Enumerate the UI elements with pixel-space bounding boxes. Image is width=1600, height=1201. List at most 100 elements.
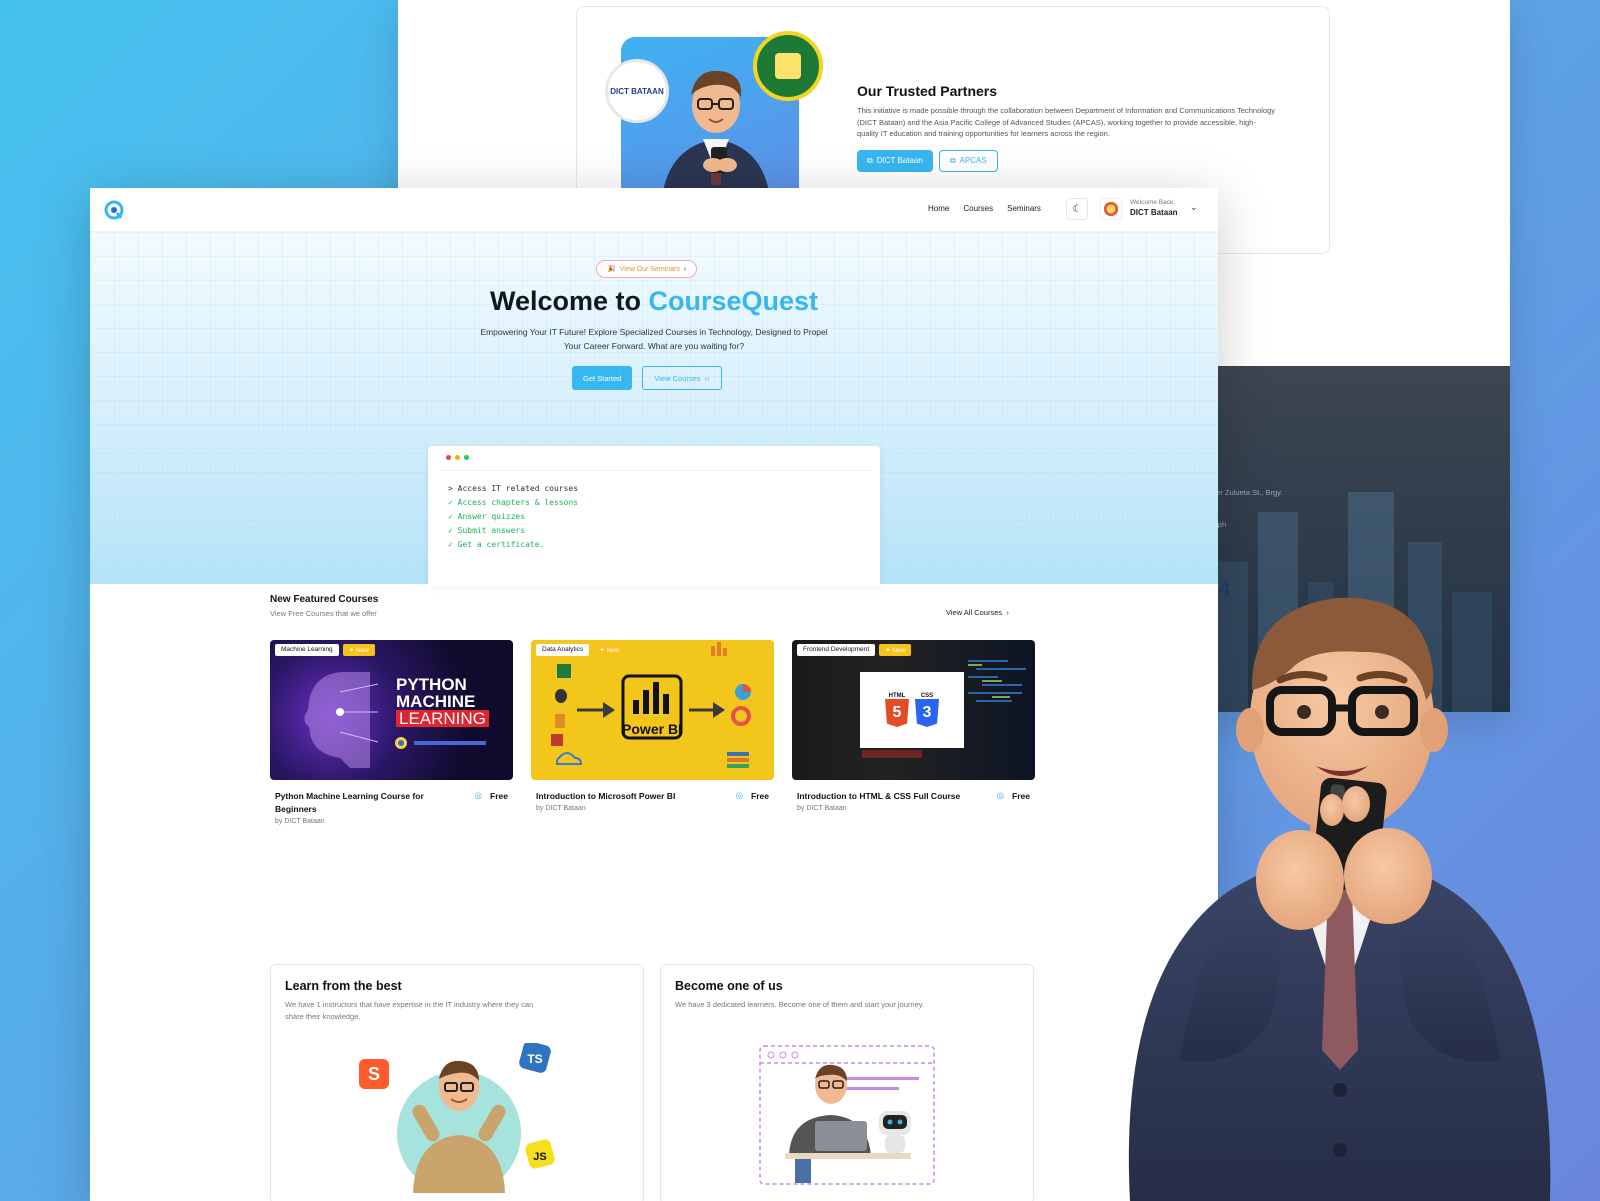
new-badge: ✦ New (593, 644, 626, 656)
course-title[interactable]: Introduction to Microsoft Power BI (536, 790, 716, 803)
external-link-icon: ⧉ (949, 155, 956, 165)
check-circle-icon: ◎ (996, 790, 1005, 800)
external-link-icon: ⧉ (867, 155, 873, 165)
terminal-window: > Access IT related courses ✓ Access cha… (428, 446, 880, 586)
avatar[interactable] (1100, 198, 1122, 220)
terminal-item: ✓ Access chapters & lessons (448, 498, 579, 507)
course-thumbnail[interactable]: Data Analytics ✦ New Power BI (531, 640, 774, 780)
main-app-window: Home Courses Seminars ☾ Welcome Back, DI… (90, 188, 1218, 1201)
nav-home-link[interactable]: Home (928, 204, 949, 213)
course-info: Introduction to HTML & CSS Full Course ◎… (792, 790, 1035, 812)
course-title[interactable]: Introduction to HTML & CSS Full Course (797, 790, 977, 803)
card-description: We have 1 instructors that have expertis… (285, 1000, 534, 1021)
partner-buttons: ⧉ DICT Bataan ⧉ APCAS (857, 149, 1277, 172)
robot-icon (879, 1111, 911, 1153)
card-title: Learn from the best (285, 979, 402, 993)
course-badges: Data Analytics ✦ New (536, 644, 626, 656)
check-circle-icon: ◎ (735, 790, 744, 800)
divider (442, 470, 872, 471)
partners-description: This initiative is made possible through… (857, 106, 1276, 138)
javascript-logo-icon: JS (525, 1139, 555, 1169)
course-card[interactable]: Data Analytics ✦ New Power BI Introducti… (531, 640, 774, 825)
red-dot-icon (446, 455, 451, 460)
new-badge: ✦ New (879, 644, 912, 656)
instructors-card: Learn from the best We have 1 instructor… (270, 964, 644, 1201)
nav-links: Home Courses Seminars (928, 204, 1041, 213)
get-started-button[interactable]: Get Started (572, 366, 633, 390)
navbar: Home Courses Seminars ☾ Welcome Back, DI… (90, 188, 1218, 232)
chevron-right-icon: › (1004, 608, 1009, 617)
section-subtitle: View Free Courses that we offer (270, 609, 377, 618)
html5-logo-icon: HTML 5 (885, 693, 909, 727)
welcome-text: Welcome Back, (1130, 199, 1176, 206)
check-circle-icon: ◎ (474, 790, 483, 800)
terminal-content: > Access IT related courses ✓ Access cha… (448, 482, 578, 552)
featured-courses-section: New Featured Courses View Free Courses t… (270, 594, 1040, 825)
python-logo-icon (395, 737, 486, 749)
svelte-logo-icon: S (359, 1059, 389, 1089)
course-price: ◎ Free (735, 790, 769, 801)
category-badge: Frontend Development (797, 644, 876, 656)
course-thumbnail[interactable]: Frontend Development ✦ New HTML 5 CSS 3 (792, 640, 1035, 780)
nav-seminars-link[interactable]: Seminars (1007, 204, 1041, 213)
chevron-down-icon[interactable]: ⌄ (1190, 202, 1198, 213)
svg-text:TS: TS (527, 1052, 542, 1066)
course-title[interactable]: Python Machine Learning Course for Begin… (275, 790, 455, 816)
hero-subtitle: Empowering Your IT Future! Explore Speci… (480, 327, 828, 351)
svg-text:JS: JS (533, 1151, 546, 1163)
view-all-courses-link[interactable]: View All Courses › (946, 608, 1009, 617)
community-section: Learn from the best We have 1 instructor… (270, 964, 1034, 1201)
course-author: by DICT Bataan (275, 818, 325, 825)
view-courses-button[interactable]: View Courses ‹› (642, 366, 722, 390)
card-description: We have 3 dedicated learners. Become one… (675, 1000, 925, 1009)
card-title: Become one of us (675, 979, 783, 993)
terminal-item: ✓ Get a certificate. (448, 540, 545, 549)
apcas-seal-logo (753, 31, 823, 101)
view-seminars-pill[interactable]: 🎉 View Our Seminars › (596, 260, 698, 278)
course-price: ◎ Free (474, 790, 508, 801)
chevron-right-icon: › (683, 265, 687, 273)
thumbnail-title: PYTHON MACHINE LEARNING (396, 676, 489, 727)
new-badge: ✦ New (342, 644, 375, 656)
code-icon: ‹› (704, 373, 710, 383)
window-controls (446, 455, 469, 460)
course-author: by DICT Bataan (797, 805, 847, 812)
learners-card: Become one of us We have 3 dedicated lea… (660, 964, 1034, 1201)
user-name: DICT Bataan (1130, 208, 1178, 217)
power-bi-illustration-icon: Power BI (551, 642, 751, 768)
html-css-logo-panel: HTML 5 CSS 3 (860, 672, 964, 748)
hero-buttons: Get Started View Courses ‹› (572, 366, 722, 390)
typescript-logo-icon: TS (519, 1043, 551, 1073)
theme-toggle-button[interactable]: ☾ (1066, 198, 1088, 220)
instructor-illustration-icon: S TS JS (359, 1043, 555, 1193)
coursequest-logo-icon[interactable] (104, 200, 124, 220)
dict-seal-logo: DICT BATAAN (605, 59, 669, 123)
course-info: Introduction to Microsoft Power BI ◎ Fre… (531, 790, 774, 812)
user-menu[interactable]: Welcome Back, DICT Bataan (1130, 199, 1178, 217)
course-author: by DICT Bataan (536, 805, 586, 812)
course-badges: Machine Learning ✦ New (275, 644, 375, 656)
section-title: New Featured Courses (270, 594, 379, 605)
course-card-list: Machine Learning ✦ New PYTHON MACHINE LE… (270, 640, 1035, 825)
course-thumbnail[interactable]: Machine Learning ✦ New PYTHON MACHINE LE… (270, 640, 513, 780)
course-card[interactable]: Machine Learning ✦ New PYTHON MACHINE LE… (270, 640, 513, 825)
learner-illustration-icon (759, 1045, 935, 1185)
moon-icon: ☾ (1072, 203, 1082, 215)
svg-text:S: S (368, 1064, 380, 1084)
dict-bataan-button[interactable]: ⧉ DICT Bataan (857, 149, 933, 172)
mascot-man-illustration-icon (1128, 597, 1551, 1201)
page-title: Welcome to CourseQuest (489, 286, 819, 316)
course-info: Python Machine Learning Course for Begin… (270, 790, 513, 825)
category-badge: Data Analytics (536, 644, 590, 656)
course-card[interactable]: Frontend Development ✦ New HTML 5 CSS 3 … (792, 640, 1035, 825)
partners-text: Our Trusted Partners This initiative is … (857, 83, 1277, 172)
course-price: ◎ Free (996, 790, 1030, 801)
ai-head-icon (304, 671, 379, 768)
category-badge: Machine Learning (275, 644, 339, 656)
partners-title: Our Trusted Partners (857, 83, 998, 99)
terminal-command: > Access IT related courses (448, 484, 579, 493)
apcas-button[interactable]: ⧉ APCAS (938, 149, 998, 172)
power-bi-label: Power BI (622, 721, 682, 737)
terminal-item: ✓ Answer quizzes (448, 512, 526, 521)
nav-courses-link[interactable]: Courses (963, 204, 993, 213)
